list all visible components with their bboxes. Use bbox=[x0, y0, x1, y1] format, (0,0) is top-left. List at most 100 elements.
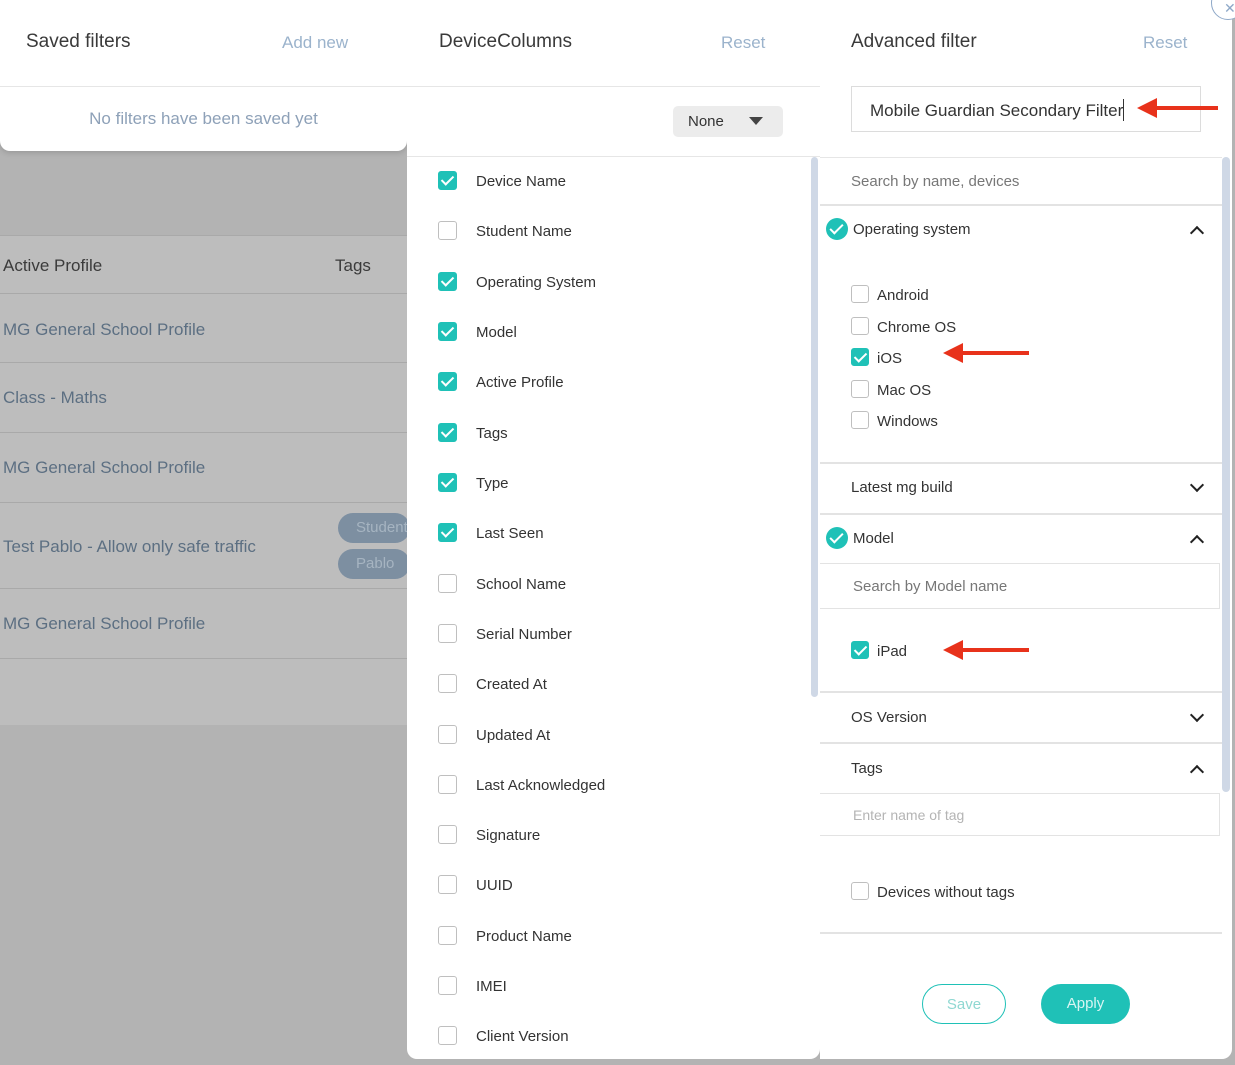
advanced-filter-sections: Search by name, devices Operating system… bbox=[820, 157, 1222, 937]
column-option[interactable]: Created At bbox=[438, 674, 778, 700]
table-row[interactable]: MG General School Profile bbox=[0, 432, 410, 502]
checkbox-unchecked[interactable] bbox=[438, 926, 457, 945]
chevron-down-icon[interactable] bbox=[1189, 707, 1205, 723]
checkbox-checked[interactable] bbox=[438, 473, 457, 492]
checkbox-unchecked[interactable] bbox=[438, 875, 457, 894]
row-active-profile[interactable]: MG General School Profile bbox=[3, 320, 205, 340]
checkbox-checked[interactable] bbox=[438, 272, 457, 291]
checkbox-unchecked[interactable] bbox=[438, 674, 457, 693]
devices-without-tags-option[interactable]: Devices without tags bbox=[851, 882, 1151, 904]
column-option[interactable]: School Name bbox=[438, 574, 778, 600]
table-row[interactable]: Test Pablo - Allow only safe traffic Stu… bbox=[0, 502, 410, 588]
checkbox-unchecked[interactable] bbox=[851, 380, 869, 398]
checkbox-unchecked[interactable] bbox=[438, 825, 457, 844]
checkbox-checked[interactable] bbox=[851, 641, 869, 659]
column-option-label: School Name bbox=[476, 576, 567, 593]
table-row[interactable]: Class - Maths bbox=[0, 362, 410, 432]
column-option[interactable]: Updated At bbox=[438, 725, 778, 751]
chevron-up-icon[interactable] bbox=[1189, 225, 1205, 241]
divider bbox=[820, 204, 1222, 206]
checkbox-checked[interactable] bbox=[851, 348, 869, 366]
background-page: Active Profile Tags MG General School Pr… bbox=[0, 150, 410, 1065]
os-option[interactable]: Chrome OS bbox=[851, 317, 1151, 339]
os-option[interactable]: Mac OS bbox=[851, 380, 1151, 402]
devices-without-tags-label: Devices without tags bbox=[877, 884, 1015, 901]
apply-button[interactable]: Apply bbox=[1041, 984, 1130, 1024]
advanced-filter-reset-link[interactable]: Reset bbox=[1143, 33, 1187, 53]
column-option[interactable]: Tags bbox=[438, 423, 778, 449]
column-header-tags: Tags bbox=[335, 256, 371, 275]
row-active-profile[interactable]: MG General School Profile bbox=[3, 458, 205, 478]
model-option[interactable]: iPad bbox=[851, 641, 1151, 663]
os-option[interactable]: Windows bbox=[851, 411, 1151, 433]
column-option[interactable]: Product Name bbox=[438, 926, 778, 952]
saved-filters-title: Saved filters bbox=[26, 31, 131, 52]
section-active-check-icon bbox=[826, 218, 848, 240]
divider bbox=[0, 86, 407, 87]
chevron-down-icon[interactable] bbox=[1189, 477, 1205, 493]
checkbox-unchecked[interactable] bbox=[438, 725, 457, 744]
checkbox-unchecked[interactable] bbox=[438, 221, 457, 240]
column-option[interactable]: Signature bbox=[438, 825, 778, 851]
row-active-profile[interactable]: MG General School Profile bbox=[3, 614, 205, 634]
checkbox-checked[interactable] bbox=[438, 523, 457, 542]
os-version-title[interactable]: OS Version bbox=[851, 709, 927, 726]
column-option-label: Signature bbox=[476, 827, 541, 844]
tags-title[interactable]: Tags bbox=[851, 760, 883, 777]
add-new-filter-link[interactable]: Add new bbox=[282, 33, 348, 53]
column-option[interactable]: Model bbox=[438, 322, 778, 348]
table-row[interactable]: MG General School Profile bbox=[0, 293, 410, 362]
column-list-scrollbar[interactable] bbox=[811, 157, 818, 697]
checkbox-unchecked[interactable] bbox=[851, 882, 869, 900]
column-option[interactable]: UUID bbox=[438, 875, 778, 901]
column-option-label: Operating System bbox=[476, 274, 597, 291]
device-columns-reset-link[interactable]: Reset bbox=[721, 33, 765, 53]
model-search-input[interactable]: Search by Model name bbox=[820, 563, 1220, 609]
table-row[interactable]: MG General School Profile bbox=[0, 588, 410, 658]
advanced-filter-panel: Advanced filter Reset Mobile Guardian Se… bbox=[820, 0, 1232, 1059]
os-option[interactable]: Android bbox=[851, 285, 1151, 307]
annotation-arrow bbox=[1137, 98, 1218, 118]
checkbox-unchecked[interactable] bbox=[438, 976, 457, 995]
checkbox-unchecked[interactable] bbox=[851, 285, 869, 303]
checkbox-unchecked[interactable] bbox=[851, 317, 869, 335]
divider bbox=[407, 86, 820, 87]
checkbox-unchecked[interactable] bbox=[851, 411, 869, 429]
device-search-input[interactable]: Search by name, devices bbox=[851, 173, 1019, 190]
checkbox-checked[interactable] bbox=[438, 423, 457, 442]
column-option[interactable]: Active Profile bbox=[438, 372, 778, 398]
table-header-row: Active Profile Tags bbox=[0, 235, 410, 275]
checkbox-unchecked[interactable] bbox=[438, 775, 457, 794]
tag-name-input[interactable]: Enter name of tag bbox=[820, 793, 1220, 836]
advanced-filter-scrollbar[interactable] bbox=[1222, 157, 1230, 792]
column-option[interactable]: Last Seen bbox=[438, 523, 778, 549]
column-option[interactable]: Type bbox=[438, 473, 778, 499]
column-option-label: Last Seen bbox=[476, 525, 544, 542]
row-active-profile[interactable]: Class - Maths bbox=[3, 388, 107, 408]
row-active-profile[interactable]: Test Pablo - Allow only safe traffic bbox=[3, 537, 256, 557]
checkbox-unchecked[interactable] bbox=[438, 1026, 457, 1045]
model-option-label: iPad bbox=[877, 643, 908, 660]
checkbox-checked[interactable] bbox=[438, 322, 457, 341]
column-preset-select[interactable]: None bbox=[673, 106, 783, 137]
column-option-label: IMEI bbox=[476, 978, 507, 995]
column-option[interactable]: Operating System bbox=[438, 272, 778, 298]
chevron-up-icon[interactable] bbox=[1189, 534, 1205, 550]
os-option-label: Android bbox=[877, 287, 929, 304]
column-option[interactable]: IMEI bbox=[438, 976, 778, 1002]
column-option-label: Type bbox=[476, 475, 509, 492]
operating-system-title[interactable]: Operating system bbox=[853, 221, 971, 238]
checkbox-unchecked[interactable] bbox=[438, 574, 457, 593]
column-option[interactable]: Device Name bbox=[438, 171, 778, 197]
chevron-up-icon[interactable] bbox=[1189, 764, 1205, 780]
model-title[interactable]: Model bbox=[853, 530, 894, 547]
column-option[interactable]: Serial Number bbox=[438, 624, 778, 650]
column-option[interactable]: Client Version bbox=[438, 1026, 778, 1052]
latest-mg-build-title[interactable]: Latest mg build bbox=[851, 479, 953, 496]
checkbox-unchecked[interactable] bbox=[438, 624, 457, 643]
checkbox-checked[interactable] bbox=[438, 372, 457, 391]
column-option[interactable]: Student Name bbox=[438, 221, 778, 247]
column-option[interactable]: Last Acknowledged bbox=[438, 775, 778, 801]
checkbox-checked[interactable] bbox=[438, 171, 457, 190]
save-button[interactable]: Save bbox=[922, 984, 1006, 1024]
